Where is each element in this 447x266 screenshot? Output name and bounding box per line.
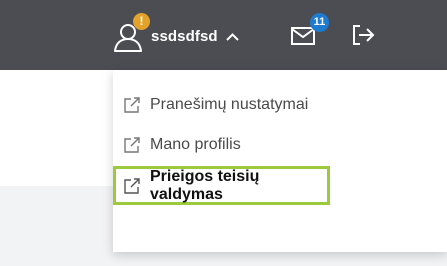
username: ssdsdfsd	[151, 27, 218, 45]
external-link-icon	[124, 178, 140, 194]
logout-icon	[353, 25, 375, 45]
menu-item-label: Pranešimų nustatymai	[150, 96, 309, 113]
chevron-up-icon	[225, 33, 239, 41]
alert-badge: !	[133, 13, 150, 30]
logout-button[interactable]	[350, 23, 376, 47]
menu-item-notification-settings[interactable]: Pranešimų nustatymai	[113, 87, 447, 123]
messages-button[interactable]: 11	[290, 13, 329, 50]
avatar: !	[112, 13, 150, 53]
menu-item-access-rights-management[interactable]: Prieigos teisių valdymas	[113, 166, 330, 205]
top-navigation-bar: ! ssdsdfsd 11	[0, 0, 447, 70]
menu-item-label: Mano profilis	[150, 136, 241, 153]
external-link-icon	[124, 97, 140, 113]
messages-count-badge: 11	[310, 13, 329, 32]
menu-item-label: Prieigos teisių valdymas	[150, 167, 260, 203]
external-link-icon	[124, 137, 140, 153]
user-dropdown-menu: Pranešimų nustatymai Mano profilis Priei…	[113, 70, 447, 252]
menu-item-my-profile[interactable]: Mano profilis	[113, 127, 447, 163]
user-menu-toggle[interactable]: ! ssdsdfsd	[112, 13, 239, 54]
